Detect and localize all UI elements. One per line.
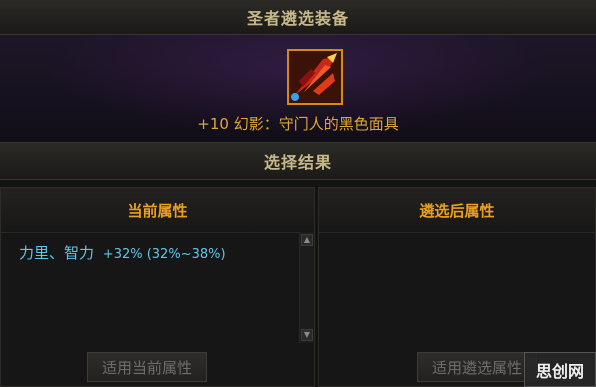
item-name: +10 幻影：守门人的黑色面具: [197, 115, 399, 133]
current-attributes-header: 当前属性: [1, 188, 314, 233]
window-title: 圣者遴选装备: [246, 9, 349, 28]
apply-selected-button[interactable]: 适用遴选属性: [417, 352, 537, 382]
scroll-up-icon[interactable]: ▲: [301, 234, 313, 246]
result-section-bar: 选择结果: [0, 143, 596, 180]
selected-attributes-header: 遴选后属性: [319, 188, 595, 233]
current-attributes-title: 当前属性: [127, 201, 188, 220]
site-watermark: 思创网: [524, 352, 596, 387]
item-display: +10 幻影：守门人的黑色面具: [0, 35, 596, 143]
result-section-title: 选择结果: [263, 153, 332, 172]
attribute-scrollbar[interactable]: ▲ ▼: [299, 232, 314, 343]
attribute-value: +32% (32%~38%): [102, 247, 226, 262]
selected-attributes-title: 遴选后属性: [419, 201, 495, 220]
item-icon-graphic: [289, 51, 341, 103]
attribute-row: 力里、智力 +32% (32%~38%): [19, 242, 226, 263]
current-attributes-panel: 当前属性 力里、智力 +32% (32%~38%) ▲ ▼ 适用当前属性: [0, 187, 315, 387]
window-title-bar: 圣者遴选装备: [0, 0, 596, 35]
mask-weapon-icon[interactable]: [287, 49, 343, 105]
attribute-name: 力里、智力: [19, 244, 95, 262]
scroll-down-icon[interactable]: ▼: [301, 329, 313, 341]
apply-current-button[interactable]: 适用当前属性: [87, 352, 207, 382]
